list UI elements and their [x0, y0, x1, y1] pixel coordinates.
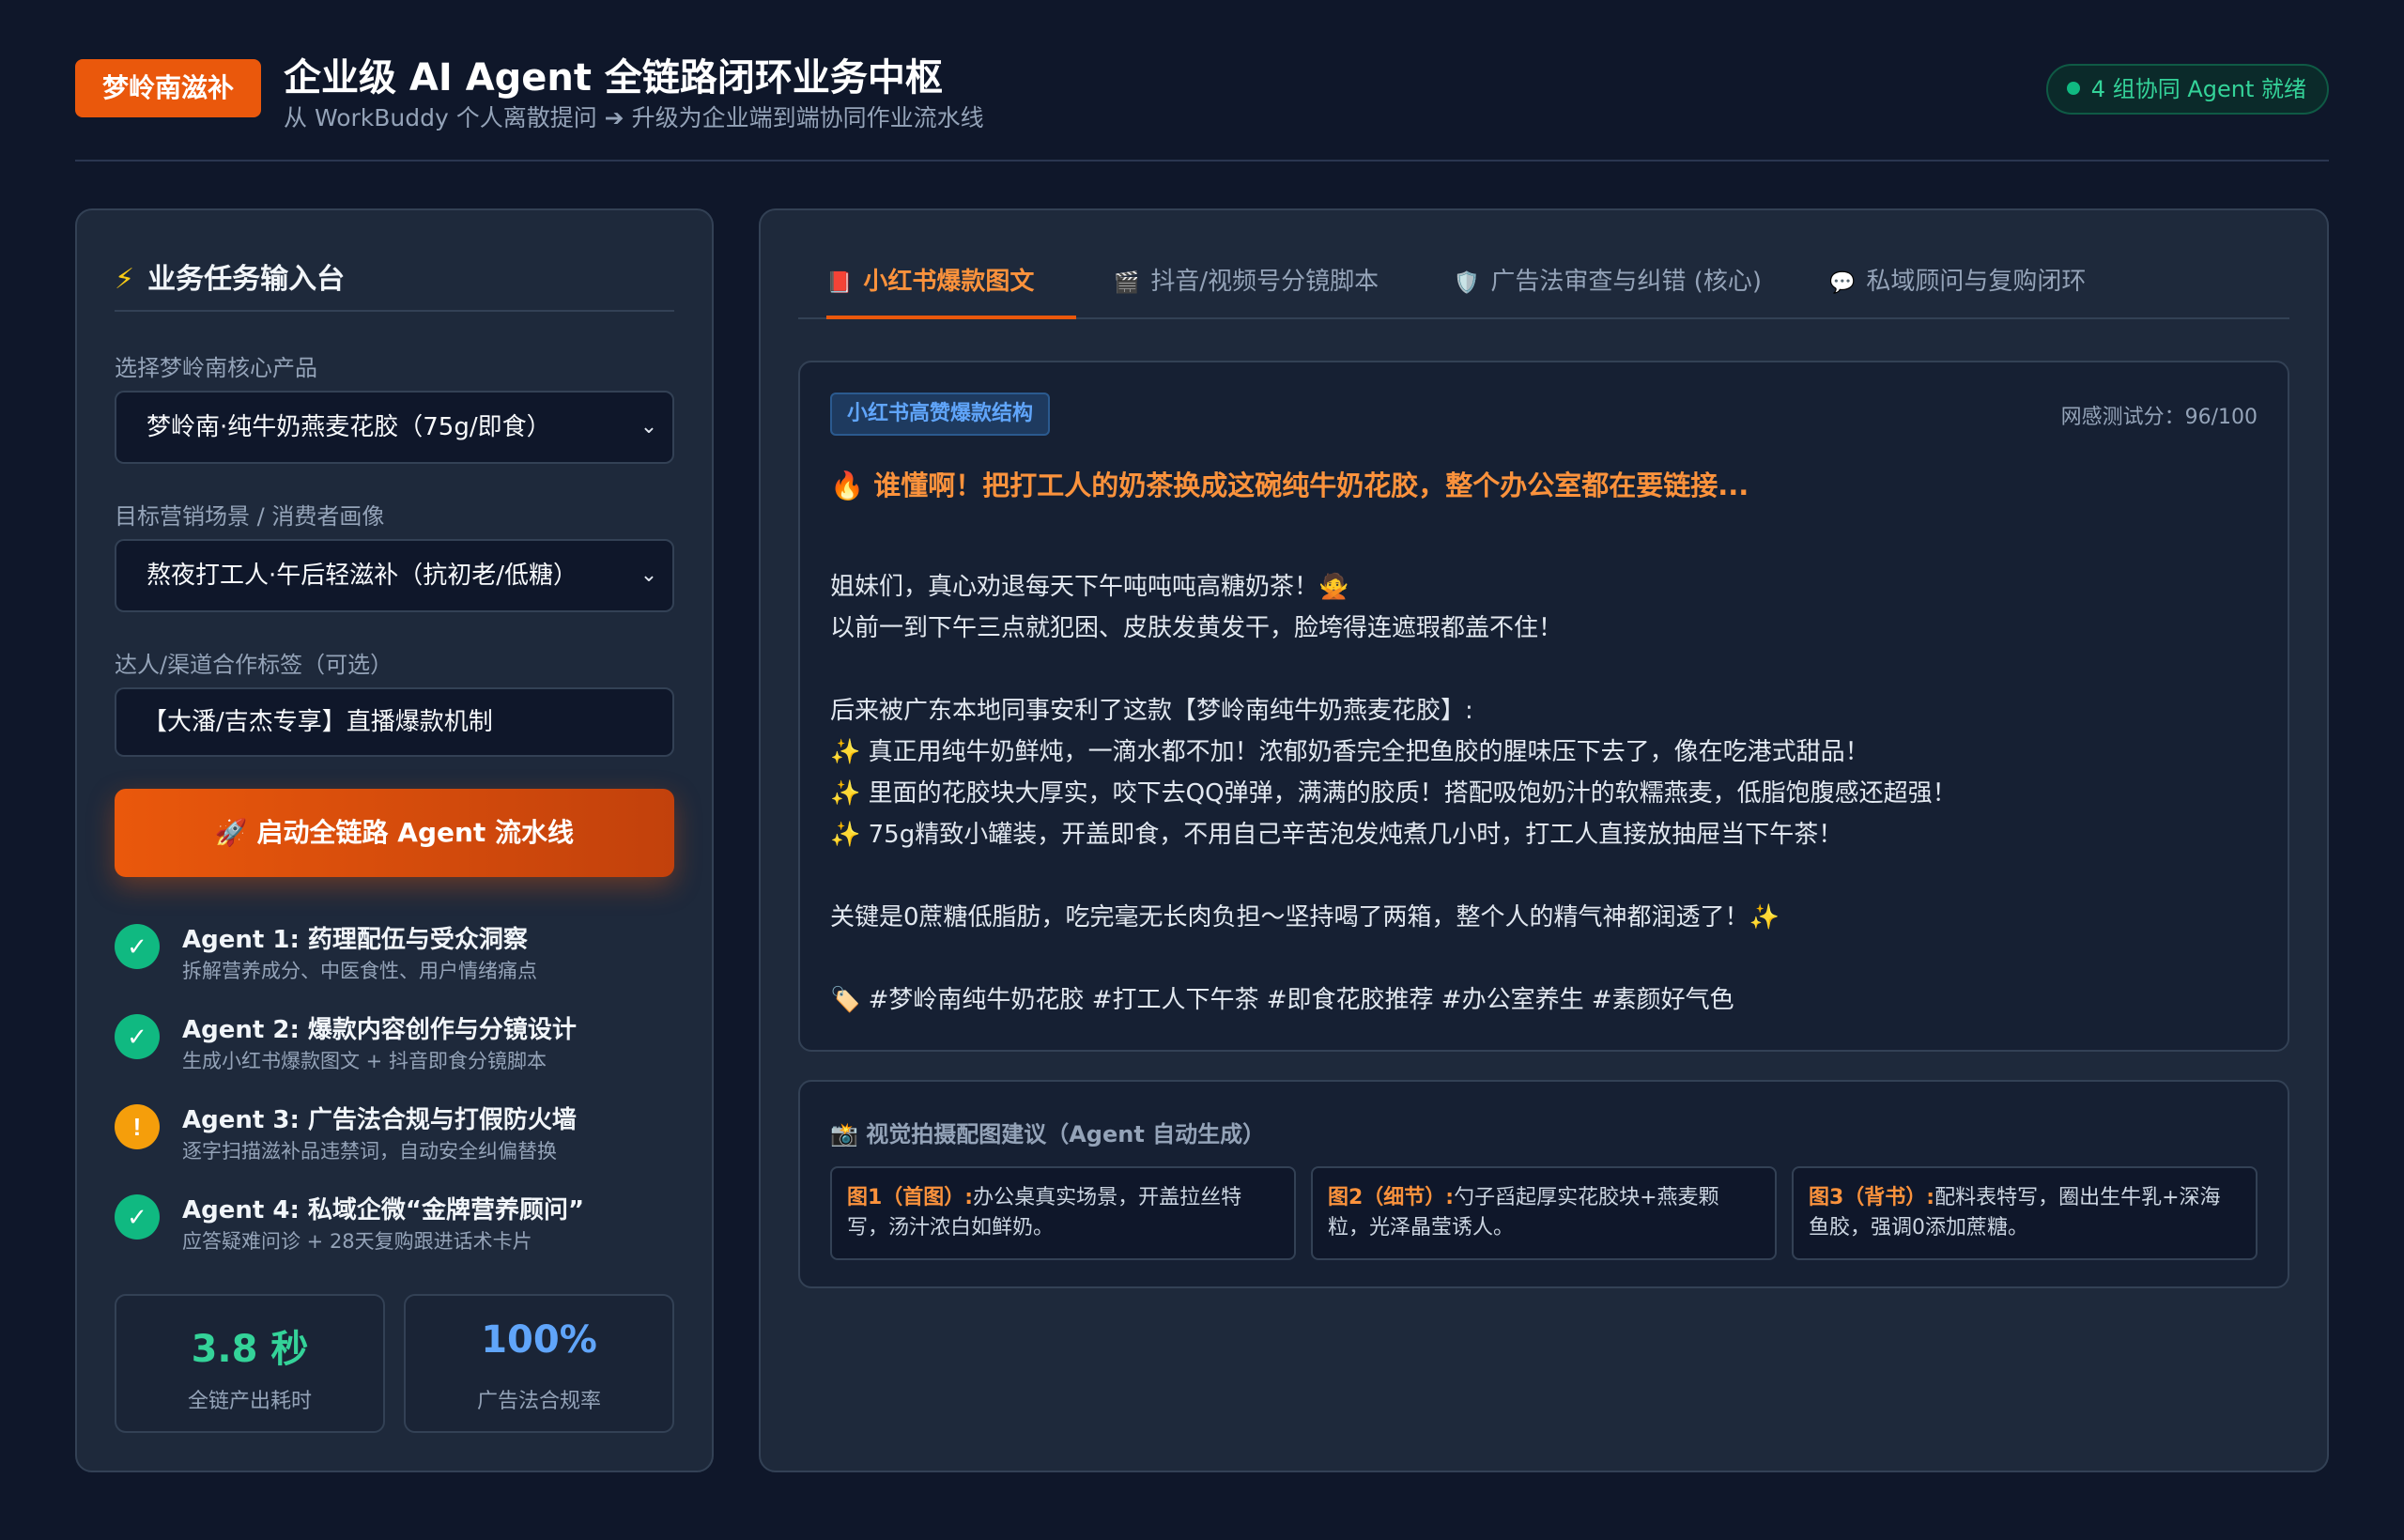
status-dot-icon — [2066, 82, 2080, 95]
agent-desc: 生成小红书爆款图文 + 抖音即食分镜脚本 — [182, 1050, 547, 1072]
agent-desc: 拆解营养成分、中医食性、用户情绪痛点 — [182, 960, 537, 982]
channel-input[interactable]: 【大潘/吉杰专享】直播爆款机制 — [115, 687, 674, 757]
post-line: ✨ 真正用纯牛奶鲜炖，一滴水都不加！浓郁奶香完全把鱼胶的腥味压下去了，像在吃港式… — [830, 738, 1870, 766]
shot-label: 图2（细节）: — [1328, 1186, 1455, 1209]
brand-badge: 梦岭南滋补 — [75, 59, 261, 117]
clapperboard-icon: 🎬 — [1114, 271, 1140, 295]
output-panel: 📕 小红书爆款图文 🎬 抖音/视频号分镜脚本 🛡️ 广告法审查与纠错 (核心) 💬 私域… — [759, 208, 2329, 1472]
page-subtitle: 从 WorkBuddy 个人离散提问 ➔ 升级为企业端到端协同作业流水线 — [284, 104, 984, 131]
agent-desc: 逐字扫描滋补品违禁词，自动安全纠偏替换 — [182, 1140, 557, 1163]
score-text: 网感测试分：96/100 — [2060, 406, 2258, 429]
scenario-select[interactable]: 熬夜打工人·午后轻滋补（抗初老/低糖） ⌄ — [115, 539, 674, 612]
stat-card-duration: 3.8 秒 全链产出耗时 — [115, 1294, 385, 1433]
chevron-down-icon: ⌄ — [640, 563, 658, 587]
stat-card-compliance: 100% 广告法合规率 — [404, 1294, 674, 1433]
agent-step-4: ✓ Agent 4: 私域企微“金牌营养顾问” 应答疑难问诊 + 28天复购跟进… — [115, 1191, 674, 1260]
scenario-label: 目标营销场景 / 消费者画像 — [115, 503, 385, 530]
post-line: 姐妹们，真心劝退每天下午吨吨吨高糖奶茶！🙅 — [830, 573, 1349, 601]
book-icon: 📕 — [826, 271, 853, 295]
stat-label: 全链产出耗时 — [187, 1390, 312, 1413]
agent-title: Agent 1: 药理配伍与受众洞察 — [182, 926, 528, 954]
shot-suggestion-2: 图2（细节）:勺子舀起厚实花胶块+燕麦颗粒，光泽晶莹诱人。 — [1311, 1166, 1777, 1260]
tab-xiaohongshu[interactable]: 📕 小红书爆款图文 — [826, 259, 1076, 319]
product-select-value: 梦岭南·纯牛奶燕麦花胶（75g/即食） — [146, 413, 551, 441]
chat-icon: 💬 — [1829, 271, 1856, 295]
scenario-select-value: 熬夜打工人·午后轻滋补（抗初老/低糖） — [146, 562, 578, 590]
channel-label: 达人/渠道合作标签（可选） — [115, 652, 393, 678]
post-line: ✨ 里面的花胶块大厚实，咬下去QQ弹弹，满满的胶质！搭配吸饱奶汁的软糯燕麦，低脂… — [830, 779, 1957, 808]
agent-step-3: ! Agent 3: 广告法合规与打假防火墙 逐字扫描滋补品违禁词，自动安全纠偏… — [115, 1101, 674, 1170]
shot-label: 图1（首图）: — [847, 1186, 974, 1209]
post-line: 后来被广东本地同事安利了这款【梦岭南纯牛奶燕麦花胶】: — [830, 697, 1473, 725]
tab-compliance[interactable]: 🛡️ 广告法审查与纠错 (核心) — [1454, 259, 1762, 319]
post-content-card: 小红书高赞爆款结构 网感测试分：96/100 🔥 谁懂啊！把打工人的奶茶换成这碗… — [798, 361, 2289, 1052]
check-icon: ✓ — [115, 1014, 160, 1059]
post-headline: 🔥 谁懂啊！把打工人的奶茶换成这碗纯牛奶花胶，整个办公室都在要链接... — [830, 470, 1749, 501]
check-icon: ✓ — [115, 924, 160, 969]
stat-value: 100% — [481, 1318, 597, 1362]
page-title: 企业级 AI Agent 全链路闭环业务中枢 — [284, 56, 943, 100]
tab-label: 小红书爆款图文 — [863, 268, 1035, 296]
tab-label: 抖音/视频号分镜脚本 — [1150, 268, 1379, 296]
task-input-panel: ⚡ 业务任务输入台 选择梦岭南核心产品 梦岭南·纯牛奶燕麦花胶（75g/即食） ⌄… — [75, 208, 714, 1472]
agent-step-1: ✓ Agent 1: 药理配伍与受众洞察 拆解营养成分、中医食性、用户情绪痛点 — [115, 920, 674, 990]
agent-title: Agent 4: 私域企微“金牌营养顾问” — [182, 1196, 585, 1224]
chevron-down-icon: ⌄ — [640, 415, 658, 439]
agent-desc: 应答疑难问诊 + 28天复购跟进话术卡片 — [182, 1230, 532, 1253]
post-line: 关键是0蔗糖低脂肪，吃完毫无长肉负担～坚持喝了两箱，整个人的精气神都润透了！✨ — [830, 903, 1780, 932]
tab-bar: 📕 小红书爆款图文 🎬 抖音/视频号分镜脚本 🛡️ 广告法审查与纠错 (核心) 💬 私域… — [798, 259, 2289, 319]
tab-label: 广告法审查与纠错 (核心) — [1490, 268, 1762, 296]
check-icon: ✓ — [115, 1194, 160, 1240]
product-label: 选择梦岭南核心产品 — [115, 355, 317, 381]
launch-pipeline-button[interactable]: 🚀 启动全链路 Agent 流水线 — [115, 789, 674, 877]
lightning-icon: ⚡ — [115, 263, 135, 296]
tab-label: 私域顾问与复购闭环 — [1866, 268, 2087, 296]
app-header: 梦岭南滋补 企业级 AI Agent 全链路闭环业务中枢 从 WorkBuddy… — [75, 38, 2329, 162]
shield-icon: 🛡️ — [1454, 271, 1480, 295]
status-badge: 4 组协同 Agent 就绪 — [2045, 64, 2329, 115]
agent-title: Agent 3: 广告法合规与打假防火墙 — [182, 1106, 577, 1134]
post-line: 以前一到下午三点就犯困、皮肤发黄发干，脸垮得连遮瑕都盖不住！ — [830, 614, 1564, 642]
visual-suggestions-card: 📸 视觉拍摄配图建议（Agent 自动生成） 图1（首图）:办公桌真实场景，开盖… — [798, 1080, 2289, 1288]
agent-step-2: ✓ Agent 2: 爆款内容创作与分镜设计 生成小红书爆款图文 + 抖音即食分… — [115, 1010, 674, 1080]
panel-title: ⚡ 业务任务输入台 — [115, 255, 674, 312]
shot-label: 图3（背书）: — [1809, 1186, 1935, 1209]
stat-value: 3.8 秒 — [191, 1328, 309, 1371]
product-select[interactable]: 梦岭南·纯牛奶燕麦花胶（75g/即食） ⌄ — [115, 391, 674, 464]
structure-tag: 小红书高赞爆款结构 — [830, 393, 1051, 436]
visual-title: 📸 视觉拍摄配图建议（Agent 自动生成） — [830, 1121, 1266, 1147]
panel-title-text: 业务任务输入台 — [147, 263, 346, 296]
tab-private-domain[interactable]: 💬 私域顾问与复购闭环 — [1829, 259, 2086, 319]
post-line: ✨ 75g精致小罐装，开盖即食，不用自己辛苦泡发炖煮几小时，打工人直接放抽屉当下… — [830, 821, 1843, 849]
tab-douyin-script[interactable]: 🎬 抖音/视频号分镜脚本 — [1114, 259, 1379, 319]
status-text: 4 组协同 Agent 就绪 — [2090, 76, 2306, 102]
post-hashtags: 🏷️ #梦岭南纯牛奶花胶 #打工人下午茶 #即食花胶推荐 #办公室养生 #素颜好… — [830, 986, 1734, 1014]
warning-icon: ! — [115, 1104, 160, 1149]
stat-label: 广告法合规率 — [476, 1390, 601, 1413]
shot-suggestion-1: 图1（首图）:办公桌真实场景，开盖拉丝特写，汤汁浓白如鲜奶。 — [830, 1166, 1296, 1260]
agent-title: Agent 2: 爆款内容创作与分镜设计 — [182, 1016, 577, 1044]
shot-suggestion-3: 图3（背书）:配料表特写，圈出生牛乳+深海鱼胶，强调0添加蔗糖。 — [1792, 1166, 2258, 1260]
